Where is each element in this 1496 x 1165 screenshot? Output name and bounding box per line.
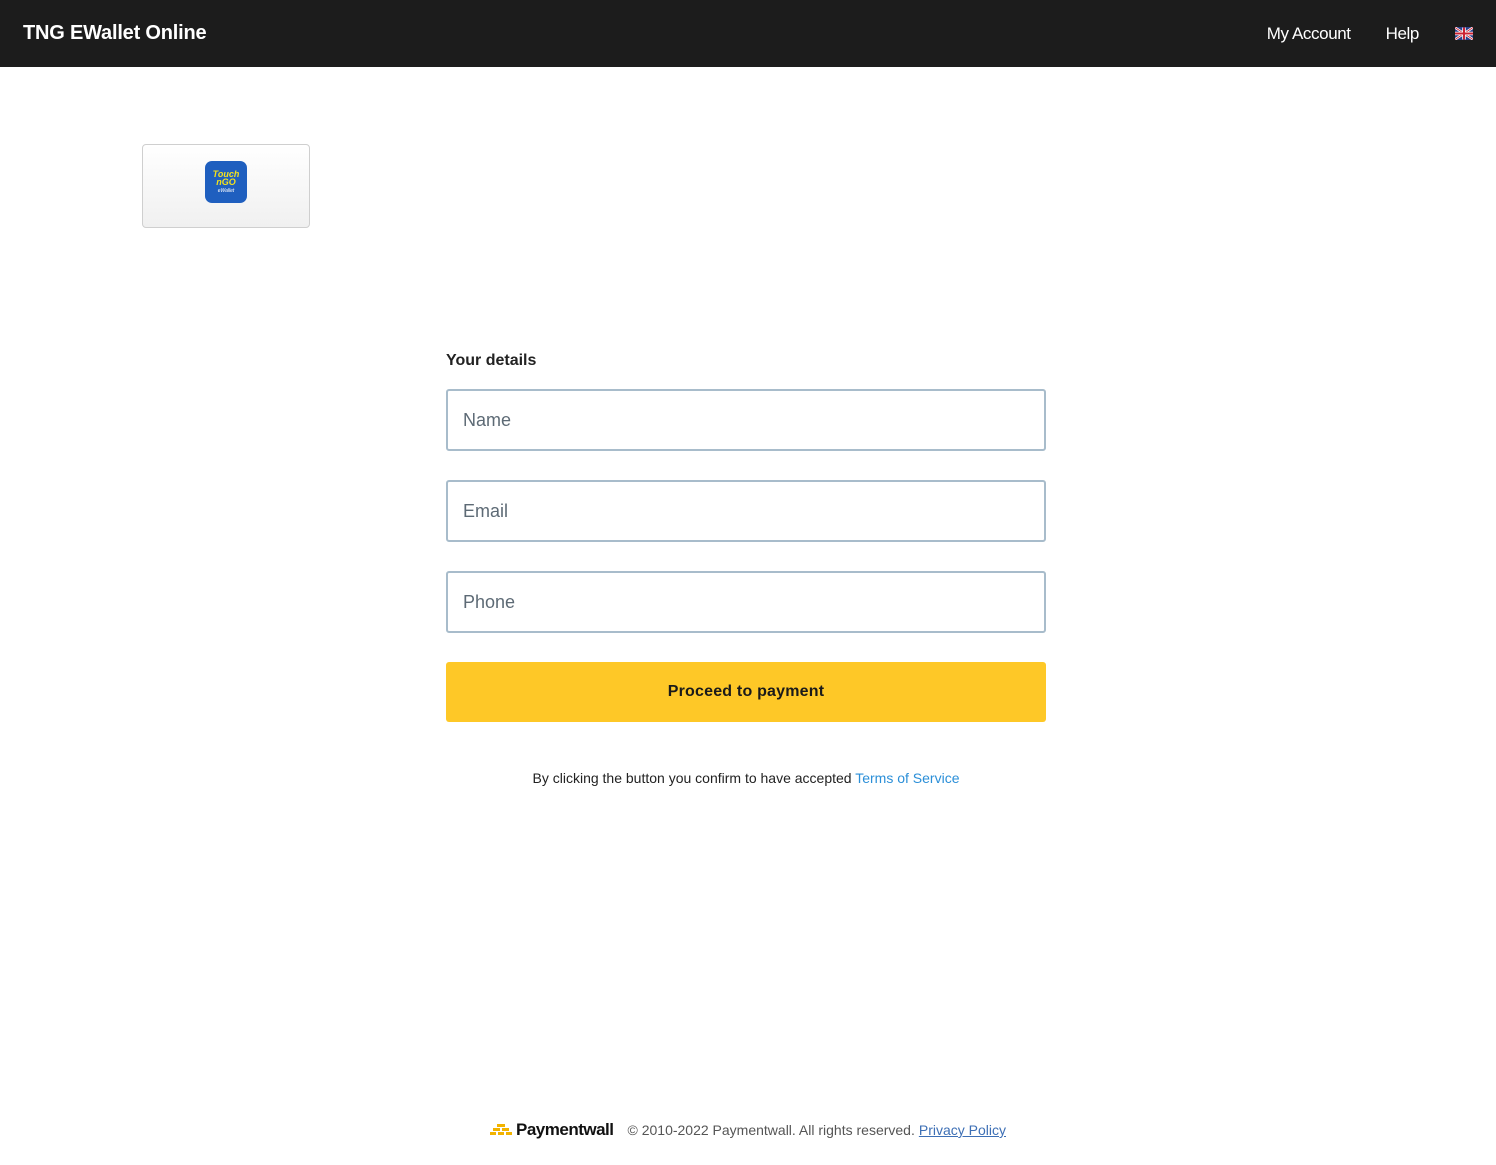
paymentwall-logo: Paymentwall (490, 1120, 614, 1140)
email-input[interactable] (446, 480, 1046, 542)
paymentwall-logo-text: Paymentwall (516, 1120, 614, 1139)
proceed-to-payment-button[interactable]: Proceed to payment (446, 662, 1046, 722)
payment-method-card[interactable]: Touch nGO eWallet (142, 144, 310, 228)
footer: Paymentwall © 2010-2022 Paymentwall. All… (0, 1120, 1496, 1140)
terms-text: By clicking the button you confirm to ha… (532, 770, 852, 786)
terms-notice: By clicking the button you confirm to ha… (446, 770, 1046, 786)
touch-n-go-logo: Touch nGO eWallet (205, 161, 247, 203)
details-form: Your details Proceed to payment By click… (446, 350, 1046, 786)
header-nav: My Account Help (1267, 24, 1473, 44)
my-account-link[interactable]: My Account (1267, 24, 1351, 44)
phone-input[interactable] (446, 571, 1046, 633)
uk-flag-icon[interactable] (1455, 27, 1473, 40)
name-input[interactable] (446, 389, 1046, 451)
copyright-text: © 2010-2022 Paymentwall. All rights rese… (627, 1122, 915, 1138)
privacy-policy-link[interactable]: Privacy Policy (919, 1122, 1006, 1138)
brand-title: TNG EWallet Online (23, 22, 207, 44)
terms-of-service-link[interactable]: Terms of Service (855, 770, 959, 786)
paymentwall-bricks-icon (490, 1124, 512, 1135)
top-navigation-bar: TNG EWallet Online My Account Help (0, 0, 1496, 67)
help-link[interactable]: Help (1386, 24, 1420, 44)
section-title: Your details (446, 352, 537, 369)
